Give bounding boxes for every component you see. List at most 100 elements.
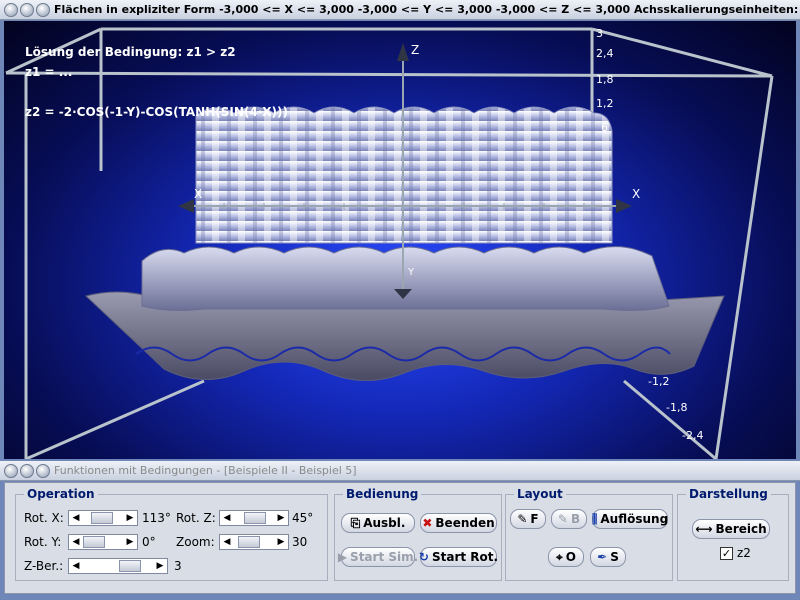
rotate-icon: ↻ [418,550,429,564]
box-frame [5,27,774,459]
close-icon: ✖ [422,516,433,530]
x-axis-label-left: X [194,187,203,201]
crosshair-icon: ⌖ [556,549,563,564]
pen-icon: ✒ [597,550,608,564]
arrow-left-icon[interactable]: ◀ [220,511,234,525]
range-icon: ⟷ [695,522,713,536]
hide-button-label: Ausbl. [363,516,406,530]
resolution-button-label: Auflösung [600,512,669,526]
background-button[interactable]: ✎ B [551,509,587,529]
z2-checkbox-label: z2 [737,546,751,560]
operation-group-title: Operation [24,487,98,501]
fill-color-button[interactable]: ✎ F [510,509,546,529]
rot-x-slider-thumb[interactable] [91,512,113,524]
tick-label: 2,4 [596,47,614,60]
tick-label: 6 [601,121,608,134]
main-window-title: Flächen in expliziter Form -3,000 <= X <… [54,3,800,16]
window-menu-button[interactable] [4,463,18,478]
range-button[interactable]: ⟷ Bereich [692,519,770,539]
arrow-left-icon[interactable]: ◀ [69,559,83,573]
window-minimize-button[interactable] [20,463,34,478]
plot-viewport[interactable]: Lösung der Bedingung: z1 > z2 z1 = ... z… [4,21,796,459]
z-axis-arrow [397,43,409,61]
bedienung-group: Bedienung ⎘ Ausbl. ✖ Beenden ▶ Start Sim… [334,487,502,581]
zoom-label: Zoom: [176,535,215,549]
operation-group: Operation Rot. X: ◀ ▶ 113° Rot. Y: ◀ ▶ 0… [15,487,328,581]
zoom-slider[interactable]: ◀ ▶ [219,534,289,550]
rot-x-slider[interactable]: ◀ ▶ [68,510,138,526]
arrow-left-icon[interactable]: ◀ [69,511,83,525]
hide-button[interactable]: ⎘ Ausbl. [341,513,415,533]
control-window-title: Funktionen mit Bedingungen - [Beispiele … [54,464,357,477]
layout-group: Layout ✎ F ✎ B ⫼ Auflösung ⌖ O ✒ S [505,487,673,581]
tick-label: -2,4 [682,429,704,442]
arrow-right-icon[interactable]: ▶ [153,559,167,573]
rot-y-slider[interactable]: ◀ ▶ [68,534,138,550]
arrow-right-icon[interactable]: ▶ [123,511,137,525]
layout-group-title: Layout [514,487,566,501]
rot-x-value: 113° [142,511,171,525]
grid-icon: ⫼ [591,511,598,526]
window-maximize-button[interactable] [36,463,50,478]
start-rot-button[interactable]: ↻ Start Rot. [418,547,498,567]
y-axis-label: Y [408,267,415,278]
quit-button-label: Beenden [435,516,495,530]
range-button-label: Bereich [715,522,767,536]
middle-surface [141,246,670,311]
zoom-slider-thumb[interactable] [238,536,260,548]
tick-label: 1,8 [596,73,614,86]
paint-bucket-icon: ✎ [517,512,528,526]
style-button-label: S [610,550,619,564]
arrow-right-icon[interactable]: ▶ [123,535,137,549]
window-minimize-button[interactable] [20,2,34,17]
surface-plot [5,27,774,459]
fill-color-button-label: F [530,512,539,526]
bedienung-group-title: Bedienung [343,487,422,501]
play-icon: ▶ [337,550,348,564]
z1-function-text: z1 = ... [25,65,73,79]
window-controls [4,463,50,478]
window-controls [4,2,50,17]
z2-checkbox[interactable]: ✓ [720,547,733,560]
z-ber-value: 3 [174,559,182,573]
resolution-button[interactable]: ⫼ Auflösung [592,509,668,529]
background-button-label: B [570,512,581,526]
start-sim-button-label: Start Sim. [350,550,419,564]
tick-label: 1,2 [596,97,614,110]
window-menu-button[interactable] [4,2,18,17]
darstellung-group-title: Darstellung [686,487,771,501]
arrow-left-icon[interactable]: ◀ [220,535,234,549]
z-ber-label: Z-Ber.: [24,559,64,573]
tick-label: -1,2 [648,375,670,388]
x-axis-arrow [616,199,632,213]
rot-y-slider-thumb[interactable] [83,536,105,548]
darstellung-group: Darstellung ⟷ Bereich ✓ z2 [677,487,789,581]
main-window-titlebar[interactable]: Flächen in expliziter Form -3,000 <= X <… [0,0,800,20]
control-panel: Operation Rot. X: ◀ ▶ 113° Rot. Y: ◀ ▶ 0… [4,482,796,594]
quit-button[interactable]: ✖ Beenden [420,513,497,533]
window-maximize-button[interactable] [36,2,50,17]
z-axis-label: Z [411,43,420,57]
rot-y-value: 0° [142,535,156,549]
tick-label: -1,8 [666,401,688,414]
z-ber-slider[interactable]: ◀ ▶ [68,558,168,574]
condition-text: Lösung der Bedingung: z1 > z2 [25,45,236,59]
style-button[interactable]: ✒ S [590,547,626,567]
rot-z-slider[interactable]: ◀ ▶ [219,510,289,526]
z2-function-text: z2 = -2·COS(-1-Y)-COS(TANH(SIN(4·X))) [25,105,288,119]
z-ber-slider-thumb[interactable] [119,560,141,572]
x-axis-label: X [632,187,641,201]
start-sim-button[interactable]: ▶ Start Sim. [337,547,419,567]
origin-button[interactable]: ⌖ O [548,547,584,567]
rot-x-label: Rot. X: [24,511,64,525]
arrow-right-icon[interactable]: ▶ [274,511,288,525]
arrow-right-icon[interactable]: ▶ [274,535,288,549]
arrow-left-icon[interactable]: ◀ [69,535,83,549]
hide-icon: ⎘ [350,515,361,530]
x-axis-arrow-left [178,199,194,213]
rot-y-label: Rot. Y: [24,535,62,549]
brush-icon: ✎ [557,512,568,526]
control-window-titlebar[interactable]: Funktionen mit Bedingungen - [Beispiele … [0,461,800,481]
rot-z-slider-thumb[interactable] [244,512,266,524]
rot-z-value: 45° [292,511,314,525]
